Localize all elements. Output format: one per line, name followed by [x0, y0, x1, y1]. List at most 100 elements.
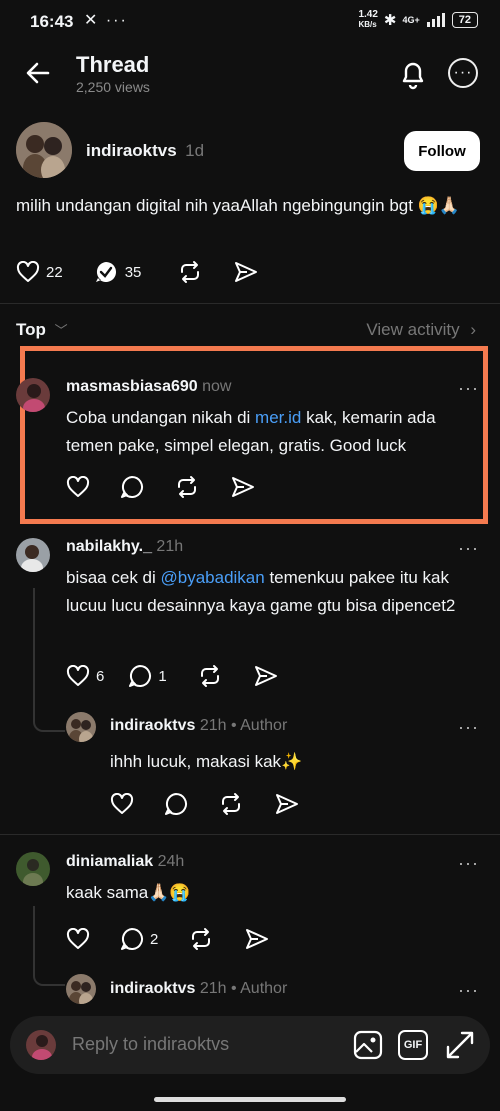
comment-icon	[121, 476, 143, 498]
post-header: indiraoktvs 1d	[86, 141, 204, 161]
avatar	[26, 1030, 56, 1060]
comment-more-icon[interactable]: ···	[458, 378, 479, 399]
reply-count: 35	[124, 263, 142, 281]
author-badge: • Author	[230, 717, 288, 734]
comment-username[interactable]: indiraoktvs	[110, 980, 195, 997]
comment-time: 21h	[156, 538, 184, 555]
view-activity-link[interactable]: View activity ›	[366, 320, 476, 340]
status-time: 16:43	[30, 12, 74, 31]
share-button[interactable]	[253, 664, 279, 688]
share-button[interactable]	[274, 792, 300, 816]
more-options-icon[interactable]: ···	[448, 58, 478, 88]
comment-username[interactable]: masmasbiasa690	[66, 378, 198, 395]
battery-icon: 72	[451, 12, 478, 28]
status-left-icons: ✕ ···	[84, 12, 128, 29]
share-button[interactable]	[233, 260, 259, 284]
comment-icon	[121, 928, 143, 950]
comment-actions	[110, 792, 330, 816]
comment-text: ihhh lucuk, makasi kak✨	[110, 752, 303, 771]
status-right: 1.42 KB/s ✱ 4G+ 72	[358, 10, 478, 30]
comment-more-icon[interactable]: ···	[458, 538, 479, 559]
heart-icon	[66, 928, 90, 949]
comment-more-icon[interactable]: ···	[458, 717, 479, 738]
bluetooth-icon: ✱	[383, 12, 397, 29]
reply-button[interactable]: 2	[120, 927, 158, 951]
page-title: Thread	[76, 52, 150, 77]
post-username[interactable]: indiraoktvs	[86, 141, 177, 160]
avatar[interactable]	[16, 538, 50, 572]
comment-username[interactable]: indiraoktvs	[110, 717, 195, 734]
follow-button[interactable]: Follow	[404, 131, 480, 171]
comment-header: nabilakhy._ 21h	[66, 538, 183, 556]
like-button[interactable]	[66, 476, 90, 498]
repost-button[interactable]	[197, 664, 223, 688]
reply-button[interactable]: 1	[128, 664, 167, 688]
like-button[interactable]	[110, 793, 134, 815]
thread-line-curve	[33, 974, 65, 986]
like-button[interactable]: 22	[16, 261, 63, 283]
comment-time: now	[202, 378, 232, 395]
author-badge: • Author	[230, 980, 288, 997]
thread-line	[33, 588, 35, 722]
send-icon	[276, 794, 298, 814]
comment-time: 21h	[199, 717, 227, 734]
like-count: 6	[96, 667, 105, 685]
comment-username[interactable]: nabilakhy._	[66, 538, 152, 555]
repost-button[interactable]	[188, 927, 214, 951]
view-activity-label: View activity	[366, 320, 460, 339]
repost-icon	[181, 261, 200, 283]
comment-text: Coba undangan nikah di mer.id kak, kemar…	[66, 408, 436, 455]
repost-button[interactable]	[177, 260, 203, 284]
avatar[interactable]	[16, 378, 50, 412]
link[interactable]: @byabadikan	[161, 568, 265, 587]
expand-icon[interactable]	[444, 1029, 476, 1061]
divider	[0, 834, 500, 835]
heart-icon	[66, 665, 90, 686]
check-bubble-icon	[95, 262, 116, 282]
repost-icon	[178, 476, 196, 498]
comment-header: diniamaliak 24h	[66, 853, 184, 871]
heart-icon	[16, 261, 40, 282]
like-button[interactable]	[66, 928, 90, 950]
comment-time: 24h	[157, 853, 185, 870]
reply-input[interactable]: Reply to indiraoktvs	[72, 1034, 229, 1055]
comment-header: indiraoktvs 21h • Author	[110, 717, 287, 735]
reply-count: 1	[158, 667, 167, 685]
comment-actions: 6 1	[66, 664, 309, 688]
repost-button[interactable]	[218, 792, 244, 816]
avatar[interactable]	[16, 852, 50, 886]
chevron-down-icon: ﹀	[54, 323, 68, 338]
like-count: 22	[46, 263, 63, 281]
share-button[interactable]	[244, 927, 270, 951]
repost-button[interactable]	[174, 475, 200, 499]
share-button[interactable]	[230, 475, 256, 499]
comment-text: bisaa cek di @byabadikan temenkuu pakee …	[66, 568, 456, 615]
reply-button[interactable]: 35	[93, 260, 142, 284]
status-bar: 16:43 ✕ ··· 1.42 KB/s ✱ 4G+ 72	[0, 0, 500, 46]
heart-icon	[66, 476, 90, 497]
avatar[interactable]	[66, 974, 96, 1004]
sort-label: Top	[16, 320, 46, 339]
gif-button[interactable]: GIF	[398, 1030, 428, 1060]
reply-button[interactable]	[120, 475, 144, 499]
thread-line	[33, 906, 35, 976]
avatar[interactable]	[16, 122, 72, 178]
reply-button[interactable]	[164, 792, 188, 816]
signal-icon	[426, 13, 446, 27]
comment-actions: 2	[66, 927, 300, 951]
comment-more-icon[interactable]: ···	[458, 980, 479, 1001]
repost-icon	[200, 665, 219, 687]
comment-icon	[129, 665, 152, 687]
like-button[interactable]: 6	[66, 665, 104, 687]
avatar[interactable]	[66, 712, 96, 742]
bell-icon[interactable]	[398, 58, 428, 90]
post-text: milih undangan digital nih yaaAllah ngeb…	[16, 196, 461, 215]
back-arrow-icon[interactable]	[22, 58, 54, 88]
network-type: 4G+	[402, 15, 420, 25]
link[interactable]: mer.id	[255, 408, 301, 427]
post-actions: 22 35	[16, 260, 289, 284]
sort-dropdown[interactable]: Top ﹀	[16, 320, 68, 340]
comment-username[interactable]: diniamaliak	[66, 853, 153, 870]
comment-more-icon[interactable]: ···	[458, 853, 479, 874]
image-icon[interactable]	[352, 1029, 384, 1061]
